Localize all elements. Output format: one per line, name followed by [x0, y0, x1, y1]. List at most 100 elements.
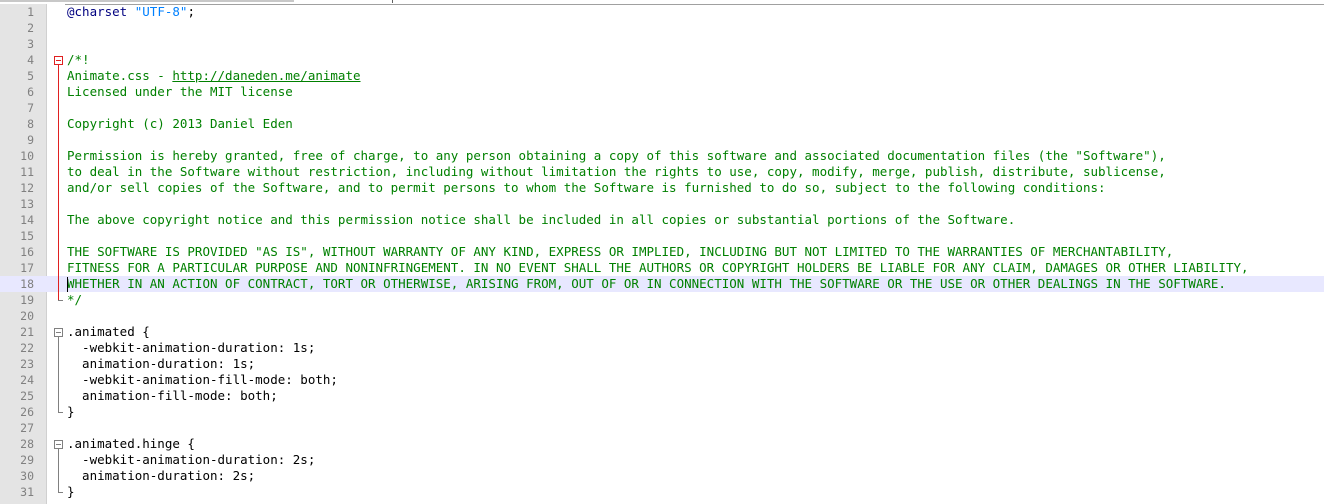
line-number: 1: [27, 5, 34, 19]
fold-range-line: [58, 449, 59, 492]
code-text[interactable]: and/or sell copies of the Software, and …: [67, 180, 1106, 196]
code-line-10[interactable]: 10 Permission is hereby granted, free of …: [0, 148, 1324, 164]
line-number: 31: [20, 485, 34, 499]
code-text[interactable]: */: [67, 292, 82, 308]
code-text[interactable]: Licensed under the MIT license: [67, 84, 293, 100]
tab-edge[interactable]: [0, 0, 294, 2]
line-number: 24: [20, 373, 34, 387]
at-rule-token: @charset: [67, 4, 128, 19]
code-text[interactable]: Copyright (c) 2013 Daniel Eden: [67, 116, 293, 132]
line-number: 14: [20, 213, 34, 227]
line-number: 27: [20, 421, 34, 435]
code-line-2[interactable]: 2: [0, 20, 1324, 36]
code-text[interactable]: }: [67, 484, 75, 500]
code-line-31[interactable]: 31}: [0, 484, 1324, 500]
code-line-24[interactable]: 24 -webkit-animation-fill-mode: both;: [0, 372, 1324, 388]
fold-collapse-icon[interactable]: [54, 328, 63, 337]
code-line-15[interactable]: 15: [0, 228, 1324, 244]
line-number: 16: [20, 245, 34, 259]
code-text[interactable]: /*!: [67, 52, 90, 68]
line-number: 12: [20, 181, 34, 195]
code-text[interactable]: FITNESS FOR A PARTICULAR PURPOSE AND NON…: [67, 260, 1249, 276]
line-number: 8: [27, 117, 34, 131]
fold-collapse-icon[interactable]: [54, 56, 63, 65]
code-line-19[interactable]: 19 */: [0, 292, 1324, 308]
line-number: 20: [20, 309, 34, 323]
code-line-22[interactable]: 22 -webkit-animation-duration: 1s;: [0, 340, 1324, 356]
fold-end-marker: [58, 300, 63, 301]
line-number: 3: [27, 37, 34, 51]
line-number: 5: [27, 69, 34, 83]
code-text[interactable]: -webkit-animation-fill-mode: both;: [67, 372, 338, 388]
url-link[interactable]: http://daneden.me/animate: [172, 68, 360, 83]
line-number: 9: [27, 133, 34, 147]
code-line-27[interactable]: 27: [0, 420, 1324, 436]
line-number: 6: [27, 85, 34, 99]
code-line-14[interactable]: 14 The above copyright notice and this pe…: [0, 212, 1324, 228]
code-line-13[interactable]: 13: [0, 196, 1324, 212]
string-token: "UTF-8": [134, 4, 188, 19]
line-number: 30: [20, 469, 34, 483]
code-line-25[interactable]: 25 animation-fill-mode: both;: [0, 388, 1324, 404]
line-number: 4: [27, 53, 34, 67]
line-number: 13: [20, 197, 34, 211]
fold-end-marker: [58, 492, 63, 493]
line-number: 21: [20, 325, 34, 339]
line-number: 23: [20, 357, 34, 371]
code-text[interactable]: Animate.css - http://daneden.me/animate: [67, 68, 361, 84]
code-line-5[interactable]: 5 Animate.css - http://daneden.me/animate: [0, 68, 1324, 84]
code-text[interactable]: -webkit-animation-duration: 2s;: [67, 452, 315, 468]
code-text[interactable]: animation-duration: 2s;: [67, 468, 255, 484]
line-number: 17: [20, 261, 34, 275]
code-text[interactable]: animation-duration: 1s;: [67, 356, 255, 372]
code-line-7[interactable]: 7: [0, 100, 1324, 116]
code-line-26[interactable]: 26}: [0, 404, 1324, 420]
line-number: 10: [20, 149, 34, 163]
line-number: 7: [27, 101, 34, 115]
line-number: 19: [20, 293, 34, 307]
code-line-18-current[interactable]: 18 WHETHER IN AN ACTION OF CONTRACT, TORT…: [0, 276, 1324, 292]
code-line-17[interactable]: 17 FITNESS FOR A PARTICULAR PURPOSE AND N…: [0, 260, 1324, 276]
fold-range-line: [58, 65, 59, 300]
code-text[interactable]: -webkit-animation-duration: 1s;: [67, 340, 315, 356]
code-line-1[interactable]: 1 @charset "UTF-8";: [0, 4, 1324, 20]
code-text[interactable]: THE SOFTWARE IS PROVIDED "AS IS", WITHOU…: [67, 244, 1173, 260]
fold-range-line: [58, 337, 59, 412]
code-line-8[interactable]: 8 Copyright (c) 2013 Daniel Eden: [0, 116, 1324, 132]
code-text[interactable]: Permission is hereby granted, free of ch…: [67, 148, 1166, 164]
code-line-29[interactable]: 29 -webkit-animation-duration: 2s;: [0, 452, 1324, 468]
line-number: 11: [20, 165, 34, 179]
line-number: 25: [20, 389, 34, 403]
line-number: 22: [20, 341, 34, 355]
code-text[interactable]: .animated.hinge {: [67, 436, 195, 452]
code-text[interactable]: @charset "UTF-8";: [67, 4, 195, 20]
code-text[interactable]: to deal in the Software without restrict…: [67, 164, 1166, 180]
code-line-30[interactable]: 30 animation-duration: 2s;: [0, 468, 1324, 484]
code-line-12[interactable]: 12 and/or sell copies of the Software, an…: [0, 180, 1324, 196]
line-number: 29: [20, 453, 34, 467]
text-cursor: [67, 277, 68, 292]
code-line-9[interactable]: 9: [0, 132, 1324, 148]
fold-end-marker: [58, 412, 63, 413]
code-line-20[interactable]: 20: [0, 308, 1324, 324]
code-line-21[interactable]: 21 .animated {: [0, 324, 1324, 340]
line-number: 28: [20, 437, 34, 451]
line-number: 2: [27, 21, 34, 35]
code-line-6[interactable]: 6 Licensed under the MIT license: [0, 84, 1324, 100]
line-number: 15: [20, 229, 34, 243]
code-line-16[interactable]: 16 THE SOFTWARE IS PROVIDED "AS IS", WITH…: [0, 244, 1324, 260]
fold-collapse-icon[interactable]: [54, 440, 63, 449]
code-text[interactable]: animation-fill-mode: both;: [67, 388, 278, 404]
code-text[interactable]: The above copyright notice and this perm…: [67, 212, 1015, 228]
code-line-28[interactable]: 28 .animated.hinge {: [0, 436, 1324, 452]
code-text[interactable]: }: [67, 404, 75, 420]
line-number: 26: [20, 405, 34, 419]
code-line-11[interactable]: 11 to deal in the Software without restri…: [0, 164, 1324, 180]
code-line-23[interactable]: 23 animation-duration: 1s;: [0, 356, 1324, 372]
code-editor[interactable]: 1 @charset "UTF-8"; 2 3 4 /*! 5 Animate.cs…: [0, 4, 1324, 504]
code-text[interactable]: .animated {: [67, 324, 150, 340]
code-text[interactable]: WHETHER IN AN ACTION OF CONTRACT, TORT O…: [67, 276, 1226, 292]
code-line-4[interactable]: 4 /*!: [0, 52, 1324, 68]
code-line-3[interactable]: 3: [0, 36, 1324, 52]
line-number: 18: [20, 277, 34, 291]
